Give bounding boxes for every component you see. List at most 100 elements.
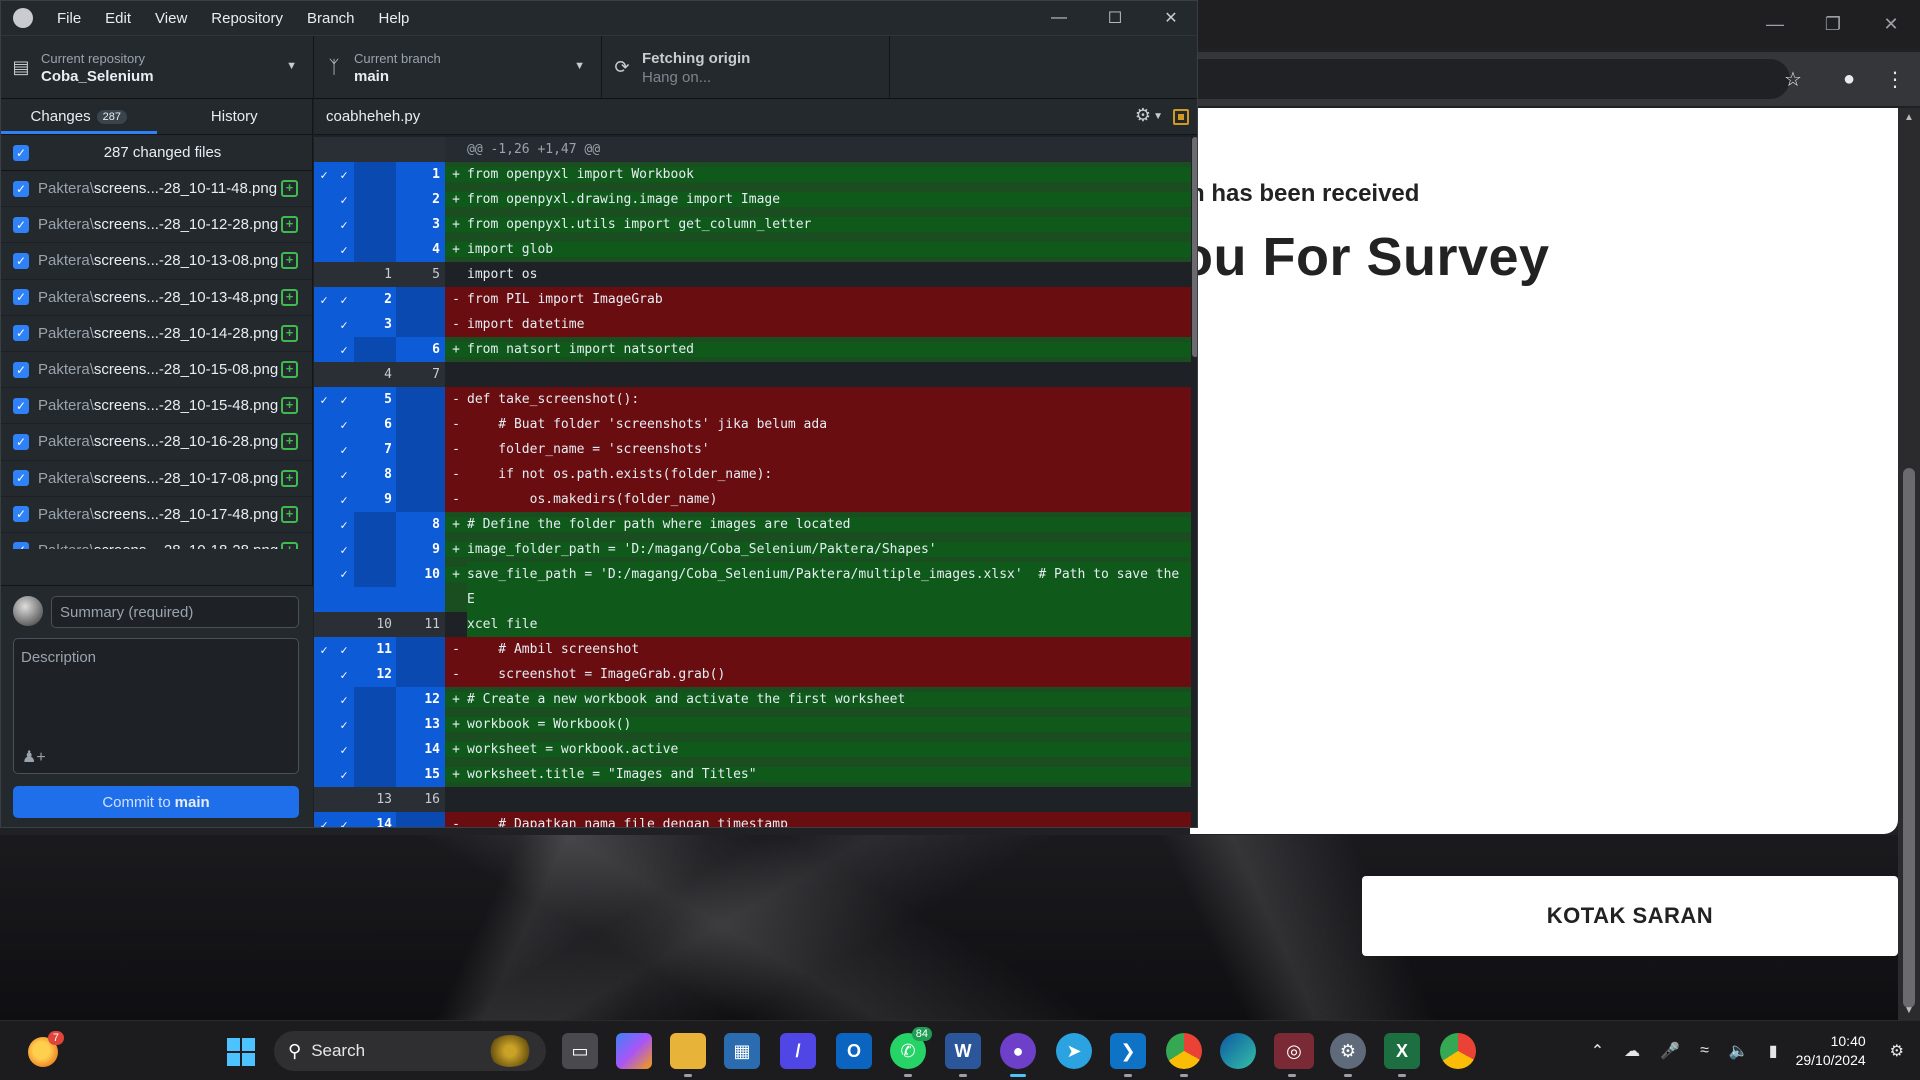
file-checkbox[interactable]: ✓ — [13, 506, 29, 523]
diff-line[interactable]: ✓ ✓ 5 - def take_screenshot(): — [314, 387, 1191, 412]
list-item[interactable]: ✓ Paktera\screens...-28_10-15-48.png + — [1, 388, 312, 425]
diff-scrollbar[interactable] — [1191, 137, 1197, 827]
diff-gutter[interactable]: 15 — [314, 262, 445, 287]
diff-gutter[interactable]: ✓ 8 — [314, 462, 445, 487]
scrollbar-thumb[interactable] — [1903, 468, 1915, 1008]
diff-gutter[interactable]: ✓ 9 — [314, 537, 445, 562]
diff-gutter[interactable]: 47 — [314, 362, 445, 387]
volume-icon[interactable]: 🔈 — [1729, 1041, 1749, 1061]
diff-line[interactable]: ✓ 7- folder_name = 'screenshots' — [314, 437, 1191, 462]
diff-line[interactable]: ✓ ✓ 11 - # Ambil screenshot — [314, 637, 1191, 662]
settings-icon[interactable]: ⚙ — [1330, 1033, 1366, 1077]
fetch-origin-button[interactable]: ⟳ Fetching origin Hang on... — [602, 36, 890, 99]
browser-close-icon[interactable]: ✕ — [1862, 0, 1920, 48]
word-icon[interactable]: W — [945, 1033, 981, 1077]
show-hidden-icons-icon[interactable]: ⌃ — [1591, 1041, 1604, 1061]
task-view-icon[interactable]: ▭ — [562, 1033, 598, 1069]
diff-line[interactable]: @@ -1,26 +1,47 @@ — [314, 137, 1191, 162]
list-item[interactable]: ✓ Paktera\screens...-28_10-17-48.png + — [1, 497, 312, 533]
outlook-icon[interactable]: O — [836, 1033, 872, 1069]
menu-repository[interactable]: Repository — [199, 1, 295, 35]
tab-changes[interactable]: Changes 287 — [1, 99, 157, 134]
diff-line[interactable]: ✓ 4 + import glob — [314, 237, 1191, 262]
diff-gutter[interactable]: 13 16 — [314, 787, 445, 812]
gear-icon[interactable]: ⚙ — [1135, 105, 1151, 126]
diff-line[interactable]: ✓ 12 + # Create a new workbook and activate… — [314, 687, 1191, 712]
diff-line[interactable]: 13 16 — [314, 787, 1191, 812]
diff-line[interactable]: ✓ ✓ 2 - from PIL import ImageGrab — [314, 287, 1191, 312]
browser-restore-icon[interactable]: ❐ — [1804, 0, 1862, 48]
file-checkbox[interactable]: ✓ — [13, 470, 29, 487]
diff-line[interactable]: ✓ ✓ 14 - # Dapatkan nama file dengan timest… — [314, 812, 1191, 827]
edge-icon[interactable] — [1220, 1033, 1256, 1069]
diff-line[interactable]: ✓ 2 + from openpyxl.drawing.image import Im… — [314, 187, 1191, 212]
diff-line[interactable]: ✓ 9- os.makedirs(folder_name) — [314, 487, 1191, 512]
maximize-icon[interactable]: ☐ — [1087, 1, 1143, 35]
minimize-icon[interactable]: — — [1031, 1, 1087, 35]
diff-gutter[interactable]: ✓ ✓ 1 — [314, 162, 445, 187]
commit-button[interactable]: Commit to main — [13, 786, 299, 818]
file-checkbox[interactable]: ✓ — [13, 325, 29, 342]
media-app-icon[interactable]: ◎ — [1274, 1033, 1314, 1077]
diff-line[interactable]: ✓ 8- if not os.path.exists(folder_name): — [314, 462, 1191, 487]
close-icon[interactable]: ✕ — [1143, 1, 1197, 35]
diff-line[interactable]: 47 — [314, 362, 1191, 387]
notification-bell-icon[interactable]: ⚙ — [1890, 1041, 1904, 1061]
menu-edit[interactable]: Edit — [93, 1, 143, 35]
menu-help[interactable]: Help — [367, 1, 422, 35]
file-checkbox[interactable]: ✓ — [13, 180, 29, 197]
start-button-icon[interactable] — [227, 1038, 255, 1066]
current-branch-selector[interactable]: ᛉ Current branch main ▼ — [314, 36, 602, 99]
more-menu-icon[interactable]: ⋮ — [1882, 66, 1908, 92]
diff-gutter[interactable] — [314, 137, 445, 162]
list-item[interactable]: ✓ Paktera\screens...-28_10-14-28.png + — [1, 316, 312, 352]
diff-line[interactable]: ✓ 3- import datetime — [314, 312, 1191, 337]
chrome-profile-icon[interactable] — [1166, 1033, 1202, 1077]
excel-icon[interactable]: X — [1384, 1033, 1420, 1077]
file-checkbox[interactable]: ✓ — [13, 361, 29, 378]
diff-line[interactable]: ✓ 13 + workbook = Workbook() — [314, 712, 1191, 737]
diff-gutter[interactable]: ✓ 4 — [314, 237, 445, 262]
tab-history[interactable]: History — [157, 99, 313, 134]
chrome-icon[interactable] — [1440, 1033, 1476, 1069]
diff-gutter[interactable]: ✓ ✓ 11 — [314, 637, 445, 662]
diff-line[interactable]: ✓ ✓ 1 + from openpyxl import Workbook — [314, 162, 1191, 187]
diff-line[interactable]: ✓ 8 + # Define the folder path where images… — [314, 512, 1191, 537]
select-all-checkbox[interactable]: ✓ — [13, 144, 29, 161]
diff-gutter[interactable]: 10 11 — [314, 612, 445, 637]
diff-line[interactable]: ✓ 15 + worksheet.title = "Images and Titles… — [314, 762, 1191, 787]
bookmark-star-icon[interactable]: ☆ — [1780, 66, 1806, 92]
diff-gutter[interactable]: ✓ 14 — [314, 737, 445, 762]
browser-minimize-icon[interactable]: — — [1746, 0, 1804, 48]
clock[interactable]: 10:40 29/10/2024 — [1796, 1032, 1866, 1070]
list-item[interactable]: ✓ Paktera\screens...-28_10-15-08.png + — [1, 352, 312, 389]
diff-line[interactable]: ✓ 6 + from natsort import natsorted — [314, 337, 1191, 362]
battery-icon[interactable]: ▮ — [1769, 1041, 1778, 1061]
list-item[interactable]: ✓ Paktera\screens...-28_10-12-28.png + — [1, 207, 312, 244]
diff-gutter[interactable]: ✓ 3 — [314, 212, 445, 237]
diff-line[interactable]: ✓ 6- # Buat folder 'screenshots' jika bel… — [314, 412, 1191, 437]
description-textarea[interactable]: Description ♟+ — [13, 638, 299, 774]
scroll-up-icon[interactable]: ▲ — [1898, 112, 1920, 123]
list-item[interactable]: ✓ Paktera\screens...-28_10-17-08.png + — [1, 461, 312, 497]
list-item[interactable]: ✓ Paktera\screens...-28_10-11-48.png + — [1, 171, 312, 208]
diff-gutter[interactable]: ✓ 10 — [314, 562, 445, 612]
copilot-icon[interactable] — [616, 1033, 652, 1069]
diff-gutter[interactable]: ✓ 3 — [314, 312, 445, 337]
diff-gutter[interactable]: ✓ ✓ 2 — [314, 287, 445, 312]
diff-gutter[interactable]: ✓ 8 — [314, 512, 445, 537]
file-checkbox[interactable]: ✓ — [13, 289, 29, 306]
microphone-icon[interactable]: 🎤 — [1660, 1041, 1680, 1061]
summary-input[interactable]: Summary (required) — [51, 596, 299, 628]
diff-line[interactable]: ✓ 10 + save_file_path = 'D:/magang/Coba_Sel… — [314, 562, 1191, 637]
diff-gutter[interactable]: ✓ 6 — [314, 412, 445, 437]
vscode-icon[interactable]: ❯ — [1110, 1033, 1146, 1077]
github-desktop-taskbar-icon[interactable]: ● — [1000, 1033, 1036, 1077]
expand-icon[interactable] — [1173, 109, 1189, 125]
add-coauthor-icon[interactable]: ♟+ — [22, 747, 46, 767]
kotak-saran-button[interactable]: KOTAK SARAN — [1362, 876, 1898, 956]
menu-file[interactable]: File — [45, 1, 93, 35]
diff-gutter[interactable]: ✓ 9 — [314, 487, 445, 512]
list-item[interactable]: ✓ Paktera\screens...-28_10-13-48.png + — [1, 280, 312, 316]
menu-view[interactable]: View — [143, 1, 199, 35]
